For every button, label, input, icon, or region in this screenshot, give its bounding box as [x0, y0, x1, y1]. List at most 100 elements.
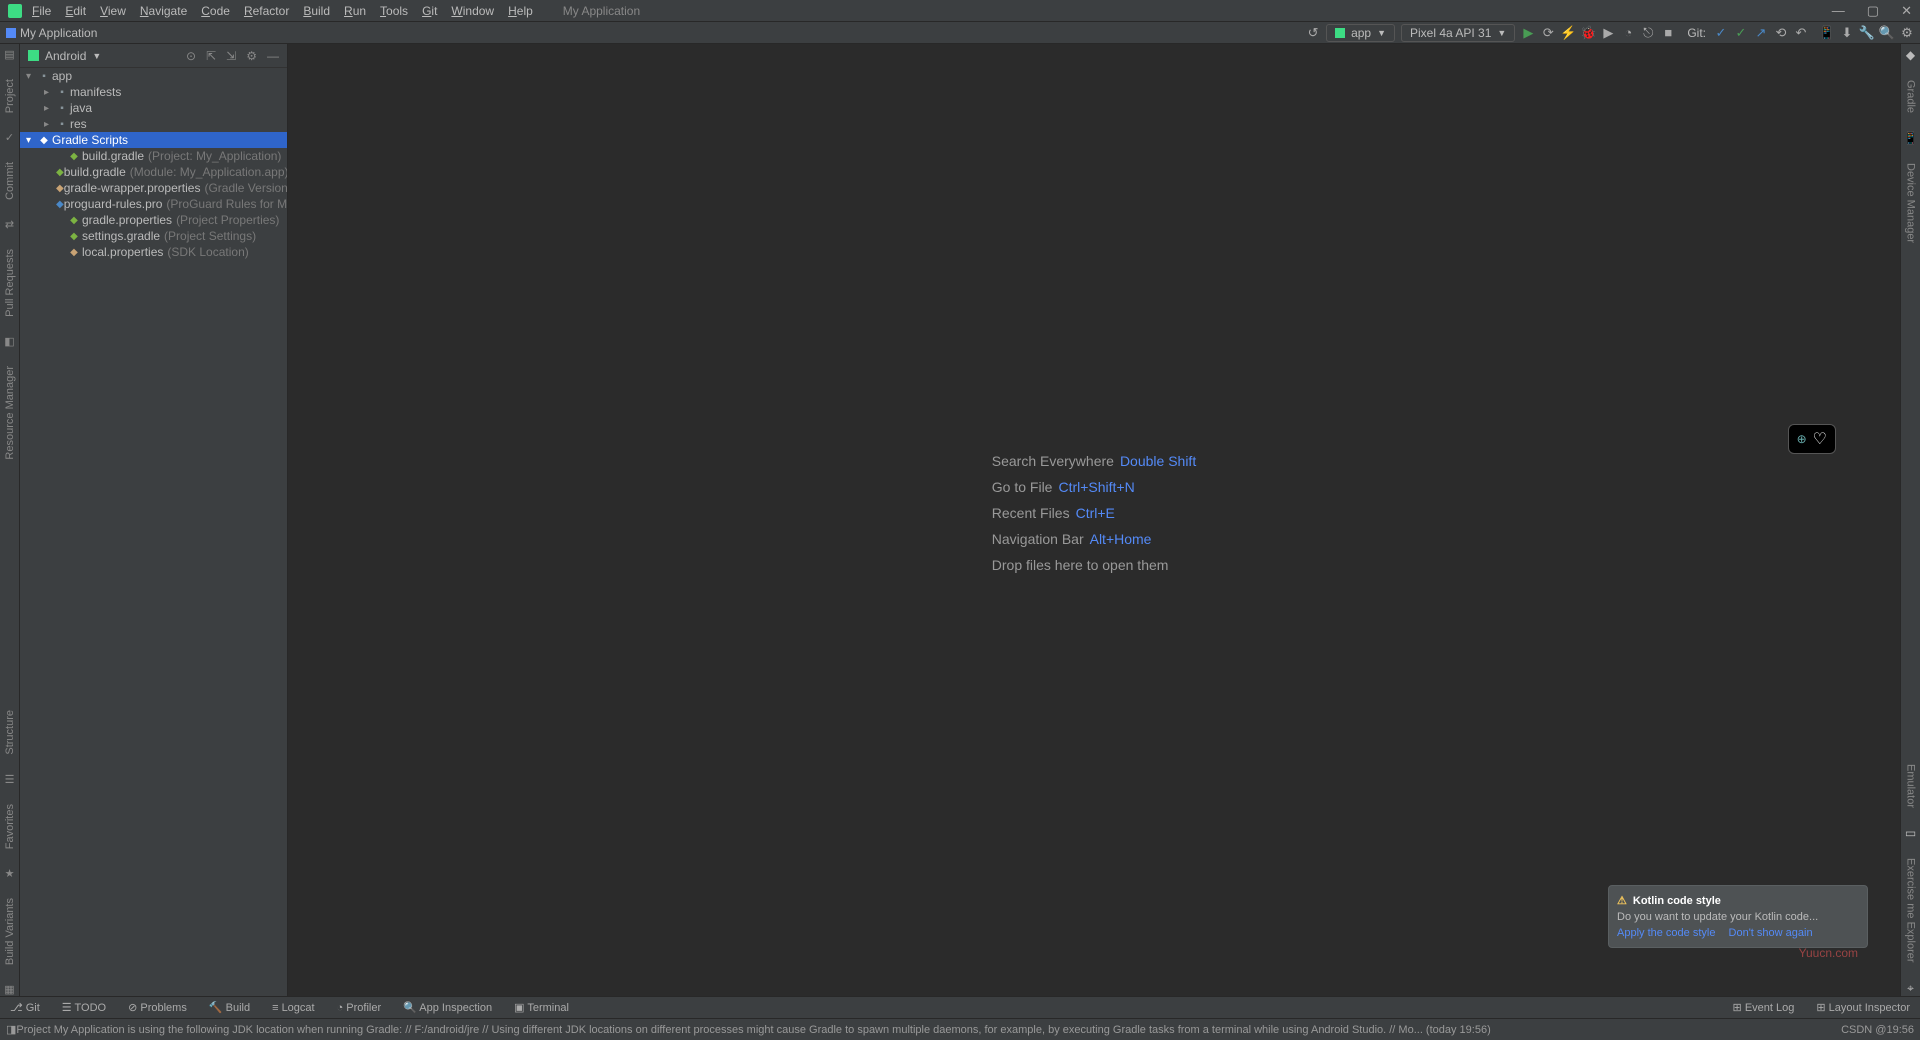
warning-icon: ⚠: [1617, 894, 1627, 907]
emulator-icon[interactable]: ▭: [1905, 826, 1916, 840]
chevron-down-icon[interactable]: ▼: [92, 51, 101, 61]
breadcrumb[interactable]: My Application: [6, 26, 97, 40]
project-tree[interactable]: ▾▪ app ▸▪ manifests ▸▪ java ▸▪ res ▾◆ Gr…: [20, 68, 287, 996]
device-manager-icon[interactable]: 📱: [1903, 131, 1918, 145]
troubleshoot-icon[interactable]: 🔧: [1860, 26, 1874, 40]
stop-button[interactable]: ■: [1661, 26, 1675, 40]
tree-script-2[interactable]: ◆gradle-wrapper.properties(Gradle Versio…: [20, 180, 287, 196]
tree-script-1[interactable]: ◆build.gradle(Module: My_Application.app…: [20, 164, 287, 180]
tree-gradle-scripts[interactable]: ▾◆ Gradle Scripts: [20, 132, 287, 148]
resource-manager-icon[interactable]: ◧: [4, 335, 14, 348]
avd-icon[interactable]: 📱: [1820, 26, 1834, 40]
git-rollback-icon[interactable]: ↶: [1794, 26, 1808, 40]
run-config-selector[interactable]: app ▼: [1326, 24, 1395, 42]
project-tool-button[interactable]: Project: [4, 75, 16, 117]
git-history-icon[interactable]: ⟲: [1774, 26, 1788, 40]
sort-icon[interactable]: ⇱: [206, 49, 216, 63]
gear-icon[interactable]: ⚙: [246, 49, 257, 63]
hide-icon[interactable]: —: [267, 49, 279, 63]
pull-requests-button[interactable]: Pull Requests: [4, 245, 16, 321]
profile-icon[interactable]: ◔: [1621, 26, 1635, 40]
tree-script-3[interactable]: ◆proguard-rules.pro(ProGuard Rules for M…: [20, 196, 287, 212]
editor-area[interactable]: Search EverywhereDouble ShiftGo to FileC…: [288, 44, 1900, 996]
tree-script-5[interactable]: ◆settings.gradle(Project Settings): [20, 228, 287, 244]
tree-script-4[interactable]: ◆gradle.properties(Project Properties): [20, 212, 287, 228]
logcat-tool-button[interactable]: ≡ Logcat: [272, 1002, 315, 1014]
menu-build[interactable]: Build: [303, 4, 330, 18]
emulator-button[interactable]: Emulator: [1905, 760, 1917, 812]
project-view-selector[interactable]: Android: [45, 49, 86, 63]
notification-dismiss-link[interactable]: Don't show again: [1729, 927, 1813, 939]
status-right: CSDN @19:56: [1841, 1024, 1914, 1036]
debug-button[interactable]: 🐞: [1581, 26, 1595, 40]
tree-root-app[interactable]: ▾▪ app: [20, 68, 287, 84]
apply-changes-icon[interactable]: ⟳: [1541, 26, 1555, 40]
settings-icon[interactable]: ⚙: [1900, 26, 1914, 40]
structure-icon[interactable]: ☰: [5, 773, 15, 786]
menu-run[interactable]: Run: [344, 4, 366, 18]
build-tool-button[interactable]: 🔨 Build: [209, 1001, 250, 1014]
commit-tool-button[interactable]: Commit: [4, 158, 16, 204]
coverage-icon[interactable]: ▶: [1601, 26, 1615, 40]
menu-help[interactable]: Help: [508, 4, 533, 18]
apply-code-icon[interactable]: ⚡: [1561, 26, 1575, 40]
close-icon[interactable]: ✕: [1901, 3, 1912, 19]
app-inspection-button[interactable]: 🔍 App Inspection: [403, 1001, 492, 1014]
main-menu: File Edit View Navigate Code Refactor Bu…: [32, 4, 533, 18]
menu-refactor[interactable]: Refactor: [244, 4, 289, 18]
tree-script-0[interactable]: ◆build.gradle(Project: My_Application): [20, 148, 287, 164]
menu-navigate[interactable]: Navigate: [140, 4, 187, 18]
pull-requests-icon[interactable]: ⇄: [5, 218, 14, 231]
menu-edit[interactable]: Edit: [65, 4, 86, 18]
menu-file[interactable]: File: [32, 4, 51, 18]
search-icon[interactable]: 🔍: [1880, 26, 1894, 40]
tree-dir-res[interactable]: ▸▪ res: [20, 116, 287, 132]
device-selector[interactable]: Pixel 4a API 31 ▼: [1401, 24, 1515, 42]
menu-tools[interactable]: Tools: [380, 4, 408, 18]
target-icon[interactable]: ⊙: [186, 49, 196, 63]
tree-dir-manifests[interactable]: ▸▪ manifests: [20, 84, 287, 100]
attach-icon[interactable]: ⎋: [1641, 26, 1655, 40]
sdk-icon[interactable]: ⬇: [1840, 26, 1854, 40]
build-variants-button[interactable]: Build Variants: [4, 894, 16, 969]
menu-git[interactable]: Git: [422, 4, 437, 18]
explorer-icon[interactable]: ⌖: [1907, 981, 1914, 996]
menu-window[interactable]: Window: [451, 4, 494, 18]
project-tool-icon[interactable]: ▤: [4, 48, 14, 61]
module-icon: [6, 28, 16, 38]
filter-icon[interactable]: ⇲: [226, 49, 236, 63]
project-tool-window: Android ▼ ⊙ ⇱ ⇲ ⚙ — ▾▪ app ▸▪ manifests …: [20, 44, 288, 996]
resource-manager-button[interactable]: Resource Manager: [4, 362, 16, 464]
floating-assist-widget[interactable]: ⊕ ♡: [1788, 424, 1836, 454]
profiler-tool-button[interactable]: ◔ Profiler: [337, 1002, 382, 1014]
device-manager-button[interactable]: Device Manager: [1905, 159, 1917, 247]
tree-label: manifests: [70, 85, 121, 99]
sync-icon[interactable]: ↺: [1306, 26, 1320, 40]
git-tool-button[interactable]: ⎇ Git: [10, 1001, 40, 1014]
terminal-tool-button[interactable]: ▣ Terminal: [514, 1001, 569, 1014]
maximize-icon[interactable]: ▢: [1867, 3, 1879, 19]
menu-code[interactable]: Code: [201, 4, 230, 18]
favorites-button[interactable]: Favorites: [4, 800, 16, 853]
notification-apply-link[interactable]: Apply the code style: [1617, 927, 1715, 939]
tree-dir-java[interactable]: ▸▪ java: [20, 100, 287, 116]
run-button[interactable]: ▶: [1521, 26, 1535, 40]
todo-tool-button[interactable]: ☰ TODO: [62, 1001, 106, 1014]
git-push-icon[interactable]: ↗: [1754, 26, 1768, 40]
event-log-button[interactable]: ⊞ Event Log: [1733, 1001, 1795, 1014]
minimize-icon[interactable]: —: [1832, 3, 1845, 19]
menu-view[interactable]: View: [100, 4, 126, 18]
structure-button[interactable]: Structure: [4, 706, 16, 759]
problems-tool-button[interactable]: ⊘ Problems: [128, 1001, 187, 1014]
explorer-button[interactable]: Exercise me Explorer: [1905, 854, 1917, 967]
favorites-icon[interactable]: ★: [5, 867, 15, 880]
gradle-tool-button[interactable]: Gradle: [1905, 76, 1917, 117]
tree-script-6[interactable]: ◆local.properties(SDK Location): [20, 244, 287, 260]
git-commit-icon[interactable]: ✓: [1734, 26, 1748, 40]
commit-tool-icon[interactable]: ✓: [5, 131, 14, 144]
git-update-icon[interactable]: ✓: [1714, 26, 1728, 40]
status-expand-icon[interactable]: ◨: [6, 1023, 16, 1036]
build-variants-icon[interactable]: ▦: [4, 983, 14, 996]
gradle-tool-icon[interactable]: ◆: [1906, 48, 1915, 62]
layout-inspector-button[interactable]: ⊞ Layout Inspector: [1816, 1001, 1910, 1014]
